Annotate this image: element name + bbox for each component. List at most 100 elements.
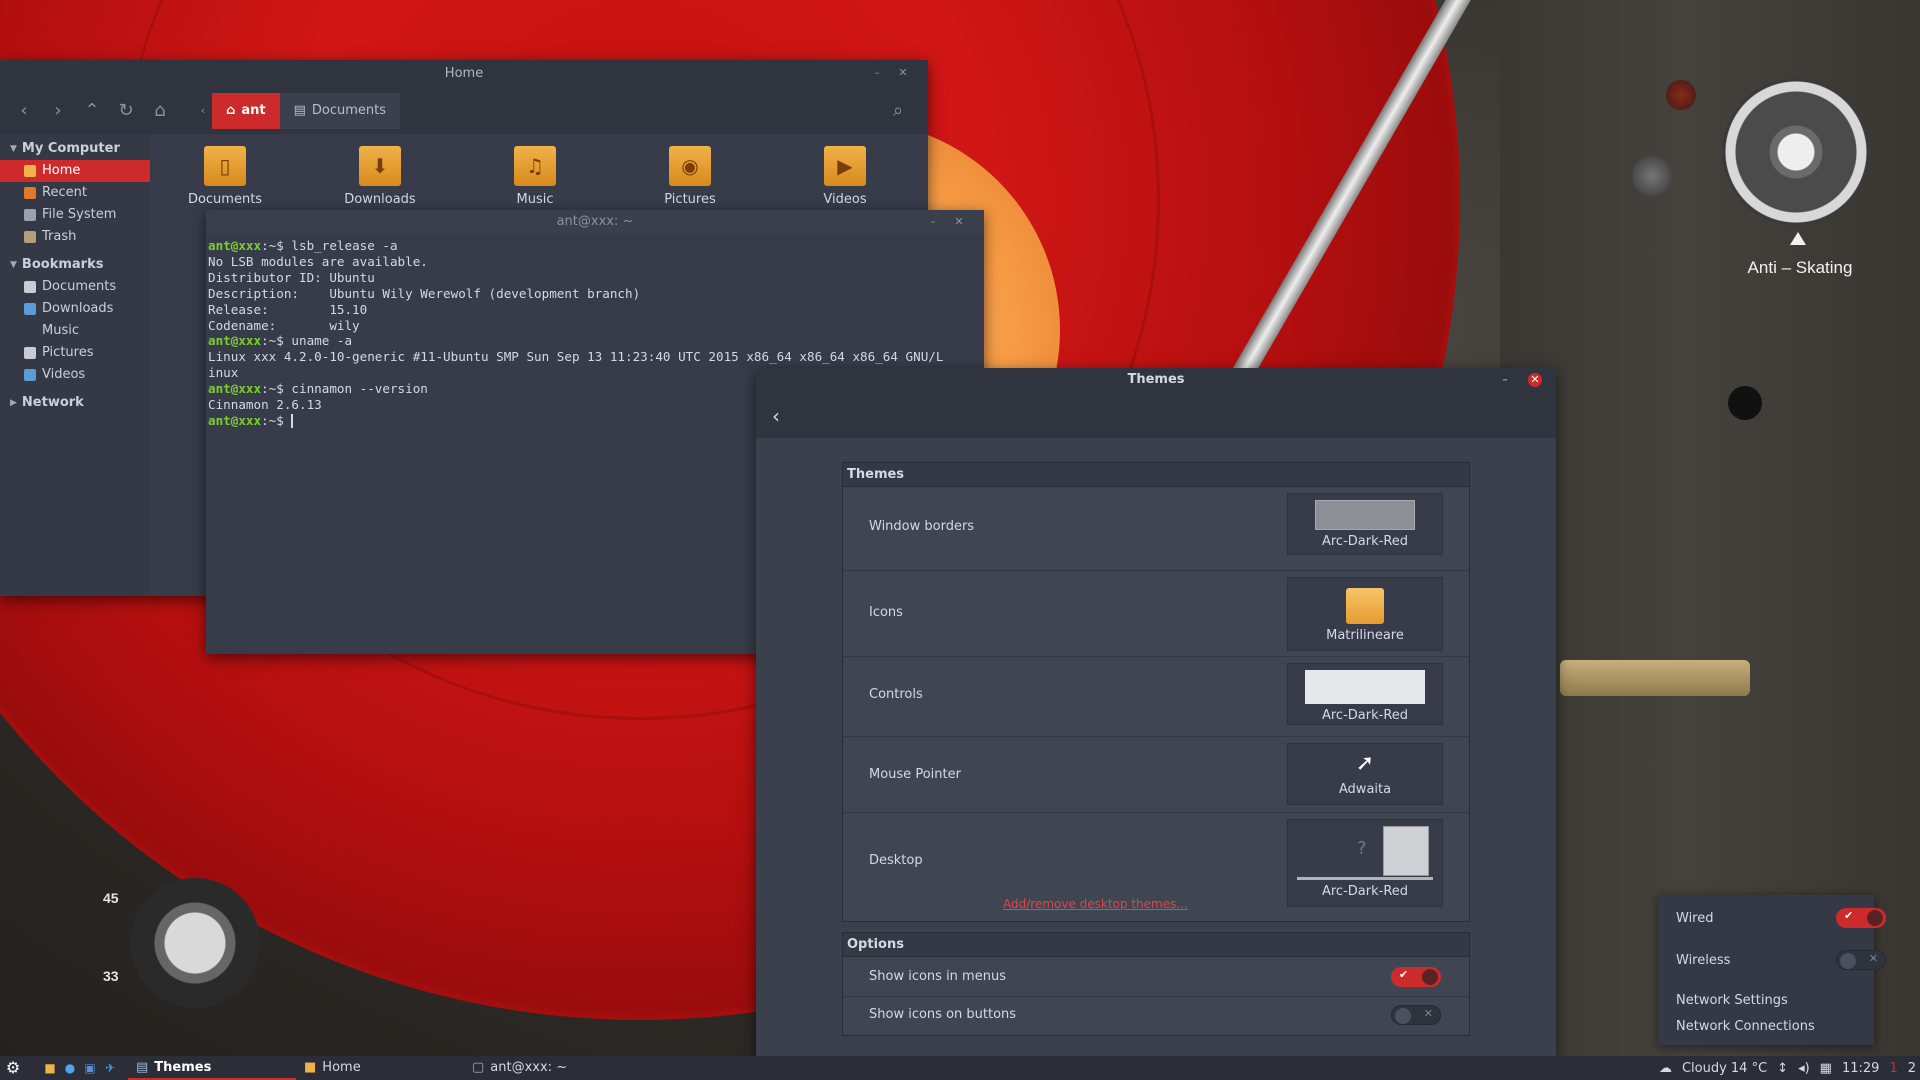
chooser-value: Arc-Dark-Red xyxy=(1321,534,1409,549)
back-arrow-icon[interactable]: ‹ xyxy=(772,404,780,428)
terminal-titlebar[interactable]: ant@xxx: ~ – ✕ xyxy=(206,210,984,234)
folder-music[interactable]: ♫ Music xyxy=(480,146,590,207)
close-button[interactable]: ✕ xyxy=(1528,373,1542,387)
icons-chooser[interactable]: Matrilineare xyxy=(1287,577,1443,651)
files-launcher-icon[interactable]: ■ xyxy=(40,1056,60,1080)
terminal-text: :~$ lsb_release -a xyxy=(261,238,398,253)
volume-icon[interactable]: ◂) xyxy=(1798,1061,1810,1076)
workspace-2[interactable]: 2 xyxy=(1908,1061,1916,1076)
recent-icon xyxy=(24,187,36,199)
themes-titlebar[interactable]: Themes – ✕ xyxy=(756,368,1556,392)
minimize-button[interactable]: – xyxy=(870,66,884,80)
dial-label: Anti – Skating xyxy=(1747,258,1853,277)
sidebar-item-home[interactable]: Home xyxy=(0,160,150,182)
terminal-text: :~$ cinnamon --version xyxy=(261,381,428,397)
minimize-button[interactable]: – xyxy=(926,215,940,229)
sidebar-item-file-system[interactable]: File System xyxy=(0,204,150,226)
chooser-value: Matrilineare xyxy=(1326,628,1404,643)
trash-icon xyxy=(24,231,36,243)
folder-pictures[interactable]: ◉ Pictures xyxy=(635,146,745,207)
sidebar-item-music[interactable]: Music xyxy=(0,320,150,342)
weather-text[interactable]: Cloudy 14 °C xyxy=(1682,1061,1767,1076)
window-borders-chooser[interactable]: Arc-Dark-Red xyxy=(1287,493,1443,555)
chooser-value: Adwaita xyxy=(1338,782,1392,797)
task-themes[interactable]: ▤ Themes xyxy=(128,1056,296,1080)
wireless-toggle[interactable]: ✕ xyxy=(1836,950,1886,970)
file-label: Downloads xyxy=(344,192,416,207)
editor-launcher-icon[interactable]: ▣ xyxy=(80,1056,100,1080)
window-title: ant@xxx: ~ xyxy=(556,214,634,229)
documents-icon xyxy=(24,281,36,293)
network-connections-item[interactable]: Network Connections xyxy=(1676,1019,1815,1034)
terminal-prompt: ant@xxx xyxy=(208,381,262,397)
pictures-folder-icon: ◉ xyxy=(669,146,711,186)
breadcrumb-ant[interactable]: ⌂ ant xyxy=(212,93,280,129)
terminal-text: Linux xxx 4.2.0-10-generic #11-Ubuntu SM… xyxy=(208,349,944,365)
telegram-launcher-icon[interactable]: ✈ xyxy=(100,1056,120,1080)
network-settings-item[interactable]: Network Settings xyxy=(1676,993,1788,1008)
theme-preview xyxy=(1315,500,1415,530)
weather-icon[interactable]: ☁ xyxy=(1659,1061,1672,1076)
taskbar-panel: ⚙ ■ ● ▣ ✈ ▤ Themes ■ Home ▢ ant@xxx: ~ ☁ Cl… xyxy=(0,1056,1920,1080)
file-manager-titlebar[interactable]: Home – ✕ xyxy=(0,60,928,88)
workspace-1[interactable]: 1 xyxy=(1889,1061,1897,1076)
screw xyxy=(1666,80,1696,110)
task-terminal[interactable]: ▢ ant@xxx: ~ xyxy=(464,1056,632,1080)
mouse-pointer-chooser[interactable]: ➚ Adwaita xyxy=(1287,743,1443,805)
sidebar-item-documents[interactable]: Documents xyxy=(0,276,150,298)
keyboard-icon[interactable]: ▦ xyxy=(1820,1061,1832,1076)
sidebar-section-my-computer[interactable]: ▼ My Computer xyxy=(0,138,150,160)
folder-documents[interactable]: ▯ Documents xyxy=(170,146,280,207)
row-icons: Icons Matrilineare xyxy=(843,571,1469,657)
music-icon xyxy=(24,325,36,337)
folder-downloads[interactable]: ⬇ Downloads xyxy=(325,146,435,207)
folder-videos[interactable]: ▶ Videos xyxy=(790,146,900,207)
sidebar-item-videos[interactable]: Videos xyxy=(0,364,150,386)
back-arrow-icon[interactable]: ‹ xyxy=(10,97,38,125)
menu-icon[interactable]: ⚙ xyxy=(0,1056,26,1080)
sidebar-item-downloads[interactable]: Downloads xyxy=(0,298,150,320)
sidebar-section-network[interactable]: ▶ Network xyxy=(0,392,150,414)
themes-header: ‹ xyxy=(756,392,1556,438)
theme-preview: ? xyxy=(1297,824,1433,880)
close-button[interactable]: ✕ xyxy=(952,215,966,229)
clock[interactable]: 11:29 xyxy=(1842,1061,1879,1076)
speed-label-45: 45 xyxy=(103,890,119,906)
file-manager-toolbar: ‹ › ⌃ ↻ ⌂ ‹ ⌂ ant ▤ Documents ⌕ xyxy=(0,88,928,134)
sidebar-item-recent[interactable]: Recent xyxy=(0,182,150,204)
themes-content: Themes Window borders Arc-Dark-Red Icons… xyxy=(756,438,1556,1058)
pictures-icon xyxy=(24,347,36,359)
wired-toggle[interactable]: ✔ xyxy=(1836,908,1886,928)
browser-launcher-icon[interactable]: ● xyxy=(60,1056,80,1080)
home-icon[interactable]: ⌂ xyxy=(146,97,174,125)
network-icon[interactable]: ↕ xyxy=(1777,1061,1788,1076)
terminal-text: inux xyxy=(208,365,239,381)
sidebar-item-trash[interactable]: Trash xyxy=(0,226,150,248)
row-desktop: Desktop Add/remove desktop themes... ? A… xyxy=(843,813,1469,921)
breadcrumb-documents[interactable]: ▤ Documents xyxy=(279,93,400,129)
terminal-output-line: Release: 15.10 xyxy=(208,302,982,318)
row-controls: Controls Arc-Dark-Red xyxy=(843,657,1469,737)
minimize-button[interactable]: – xyxy=(1498,373,1512,387)
desktop-chooser[interactable]: ? Arc-Dark-Red xyxy=(1287,819,1443,907)
search-icon[interactable]: ⌕ xyxy=(884,97,912,125)
themes-section: Themes Window borders Arc-Dark-Red Icons… xyxy=(842,462,1470,922)
reload-icon[interactable]: ↻ xyxy=(112,97,140,125)
show-icons-in-menus-toggle[interactable]: ✔ xyxy=(1391,967,1441,987)
row-label: Show icons on buttons xyxy=(869,1007,1017,1022)
sidebar-section-bookmarks[interactable]: ▼ Bookmarks xyxy=(0,254,150,276)
up-arrow-icon[interactable]: ⌃ xyxy=(78,97,106,125)
add-remove-desktop-themes-link[interactable]: Add/remove desktop themes... xyxy=(1003,897,1188,911)
row-label: Controls xyxy=(869,687,923,702)
downloads-folder-icon: ⬇ xyxy=(359,146,401,186)
forward-arrow-icon[interactable]: › xyxy=(44,97,72,125)
show-icons-on-buttons-toggle[interactable]: ✕ xyxy=(1391,1005,1441,1025)
close-button[interactable]: ✕ xyxy=(896,66,910,80)
row-label: Window borders xyxy=(869,519,975,534)
task-home[interactable]: ■ Home xyxy=(296,1056,464,1080)
sidebar-item-label: Documents xyxy=(42,279,117,294)
breadcrumb-left-icon[interactable]: ‹ xyxy=(194,93,212,129)
controls-chooser[interactable]: Arc-Dark-Red xyxy=(1287,663,1443,725)
task-label: Home xyxy=(322,1060,361,1075)
sidebar-item-pictures[interactable]: Pictures xyxy=(0,342,150,364)
